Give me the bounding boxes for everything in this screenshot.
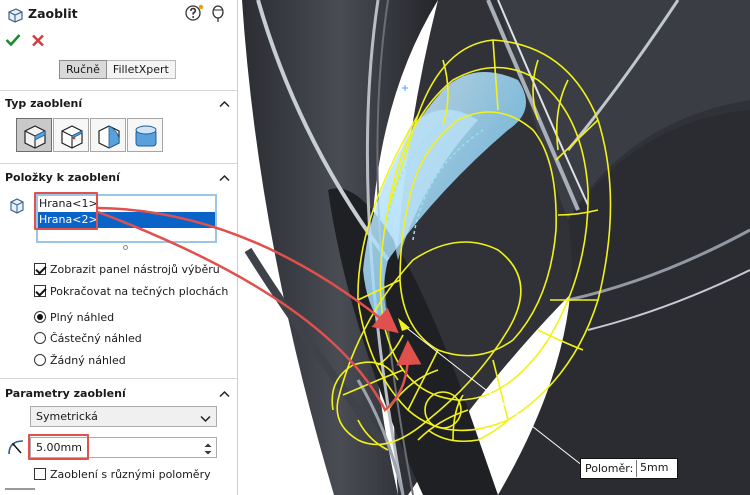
no-preview-option[interactable]: Žádný náhled (34, 352, 126, 368)
radius-stepper[interactable] (201, 439, 215, 456)
step-up-icon[interactable] (201, 439, 215, 447)
step-down-icon[interactable] (201, 447, 215, 455)
chevron-up-icon[interactable] (219, 388, 230, 401)
chevron-down-icon (200, 413, 211, 426)
constant-radius-fillet-button[interactable] (16, 118, 52, 152)
help-icon[interactable] (185, 4, 205, 25)
tab-filletxpert[interactable]: FilletXpert (106, 60, 176, 79)
multi-radius-label: Zaoblení s různými poloměry (50, 467, 211, 481)
params-section-title: Parametry zaoblení (5, 387, 126, 400)
list-resize-handle[interactable] (123, 245, 128, 250)
multi-radius-option[interactable]: Zaoblení s různými poloměry (34, 466, 211, 482)
items-section-title: Položky k zaoblení (5, 171, 120, 184)
show-selection-toolbar-label: Zobrazit panel nástrojů výběru (50, 262, 220, 276)
tab-manual[interactable]: Ručně (59, 60, 107, 79)
fillet-method-select[interactable]: Symetrická (30, 406, 217, 427)
full-preview-label: Plný náhled (50, 310, 115, 324)
constant-radius-fillet-icon (24, 125, 46, 149)
partial-preview-option[interactable]: Částečný náhled (34, 330, 142, 346)
tangent-propagation-checkbox[interactable] (34, 285, 46, 297)
radius-callout-value[interactable]: 5mm (636, 460, 676, 477)
multi-radius-checkbox[interactable] (34, 468, 46, 480)
ok-checkmark-icon[interactable] (5, 33, 21, 50)
property-manager-panel: Zaoblit Ručně FilletXpert Typ zaoblení P… (0, 0, 238, 495)
face-fillet-icon (98, 125, 120, 149)
page-title: Zaoblit (28, 6, 78, 21)
partial-preview-radio[interactable] (34, 332, 46, 344)
radius-callout[interactable]: Poloměr: 5mm (580, 458, 678, 479)
chevron-up-icon[interactable] (219, 98, 230, 111)
params-section-header[interactable]: Parametry zaoblení (0, 384, 237, 404)
full-preview-option[interactable]: Plný náhled (34, 309, 114, 325)
no-preview-radio[interactable] (34, 354, 46, 366)
radius-icon (6, 437, 26, 460)
tangent-propagation-option[interactable]: Pokračovat na tečných plochách (34, 283, 228, 299)
type-section-title: Typ zaoblení (5, 97, 83, 110)
radius-value: 5.00mm (36, 441, 82, 454)
section-divider (0, 378, 237, 379)
items-section-header[interactable]: Položky k zaoblení (0, 168, 237, 188)
edge-selection-icon (8, 197, 26, 218)
list-item-edge-1[interactable]: Hrana<1> (38, 196, 215, 212)
pin-icon[interactable] (210, 5, 226, 26)
show-selection-toolbar-checkbox[interactable] (34, 263, 46, 275)
fillet-feature-icon (6, 6, 24, 27)
list-item-edge-2[interactable]: Hrana<2> (38, 212, 215, 228)
panel-title-row: Zaoblit (0, 0, 237, 28)
type-section-header[interactable]: Typ zaoblení (0, 94, 237, 114)
edge-selection-list[interactable]: Hrana<1> Hrana<2> (36, 194, 217, 243)
full-round-fillet-icon (135, 125, 157, 147)
face-fillet-button[interactable] (90, 118, 126, 152)
model-drawing (238, 0, 750, 495)
tangent-propagation-label: Pokračovat na tečných plochách (50, 284, 229, 298)
chevron-up-icon[interactable] (219, 172, 230, 185)
section-divider (0, 90, 237, 91)
show-selection-toolbar-option[interactable]: Zobrazit panel nástrojů výběru (34, 261, 220, 277)
full-preview-radio[interactable] (34, 311, 46, 323)
next-section-header-fragment (5, 488, 35, 492)
section-divider (0, 163, 237, 164)
no-preview-label: Žádný náhled (50, 353, 126, 367)
partial-preview-label: Částečný náhled (50, 331, 142, 345)
full-round-fillet-button[interactable] (127, 118, 163, 152)
fillet-mode-tabs: Ručně FilletXpert (59, 60, 176, 79)
variable-radius-fillet-icon (61, 125, 83, 149)
fillet-method-value: Symetrická (36, 410, 98, 423)
variable-radius-fillet-button[interactable] (53, 118, 89, 152)
radius-input[interactable]: 5.00mm (30, 437, 217, 458)
cancel-x-icon[interactable] (31, 34, 45, 50)
radius-callout-label: Poloměr: (585, 462, 634, 475)
graphics-viewport[interactable]: Poloměr: 5mm (238, 0, 750, 495)
